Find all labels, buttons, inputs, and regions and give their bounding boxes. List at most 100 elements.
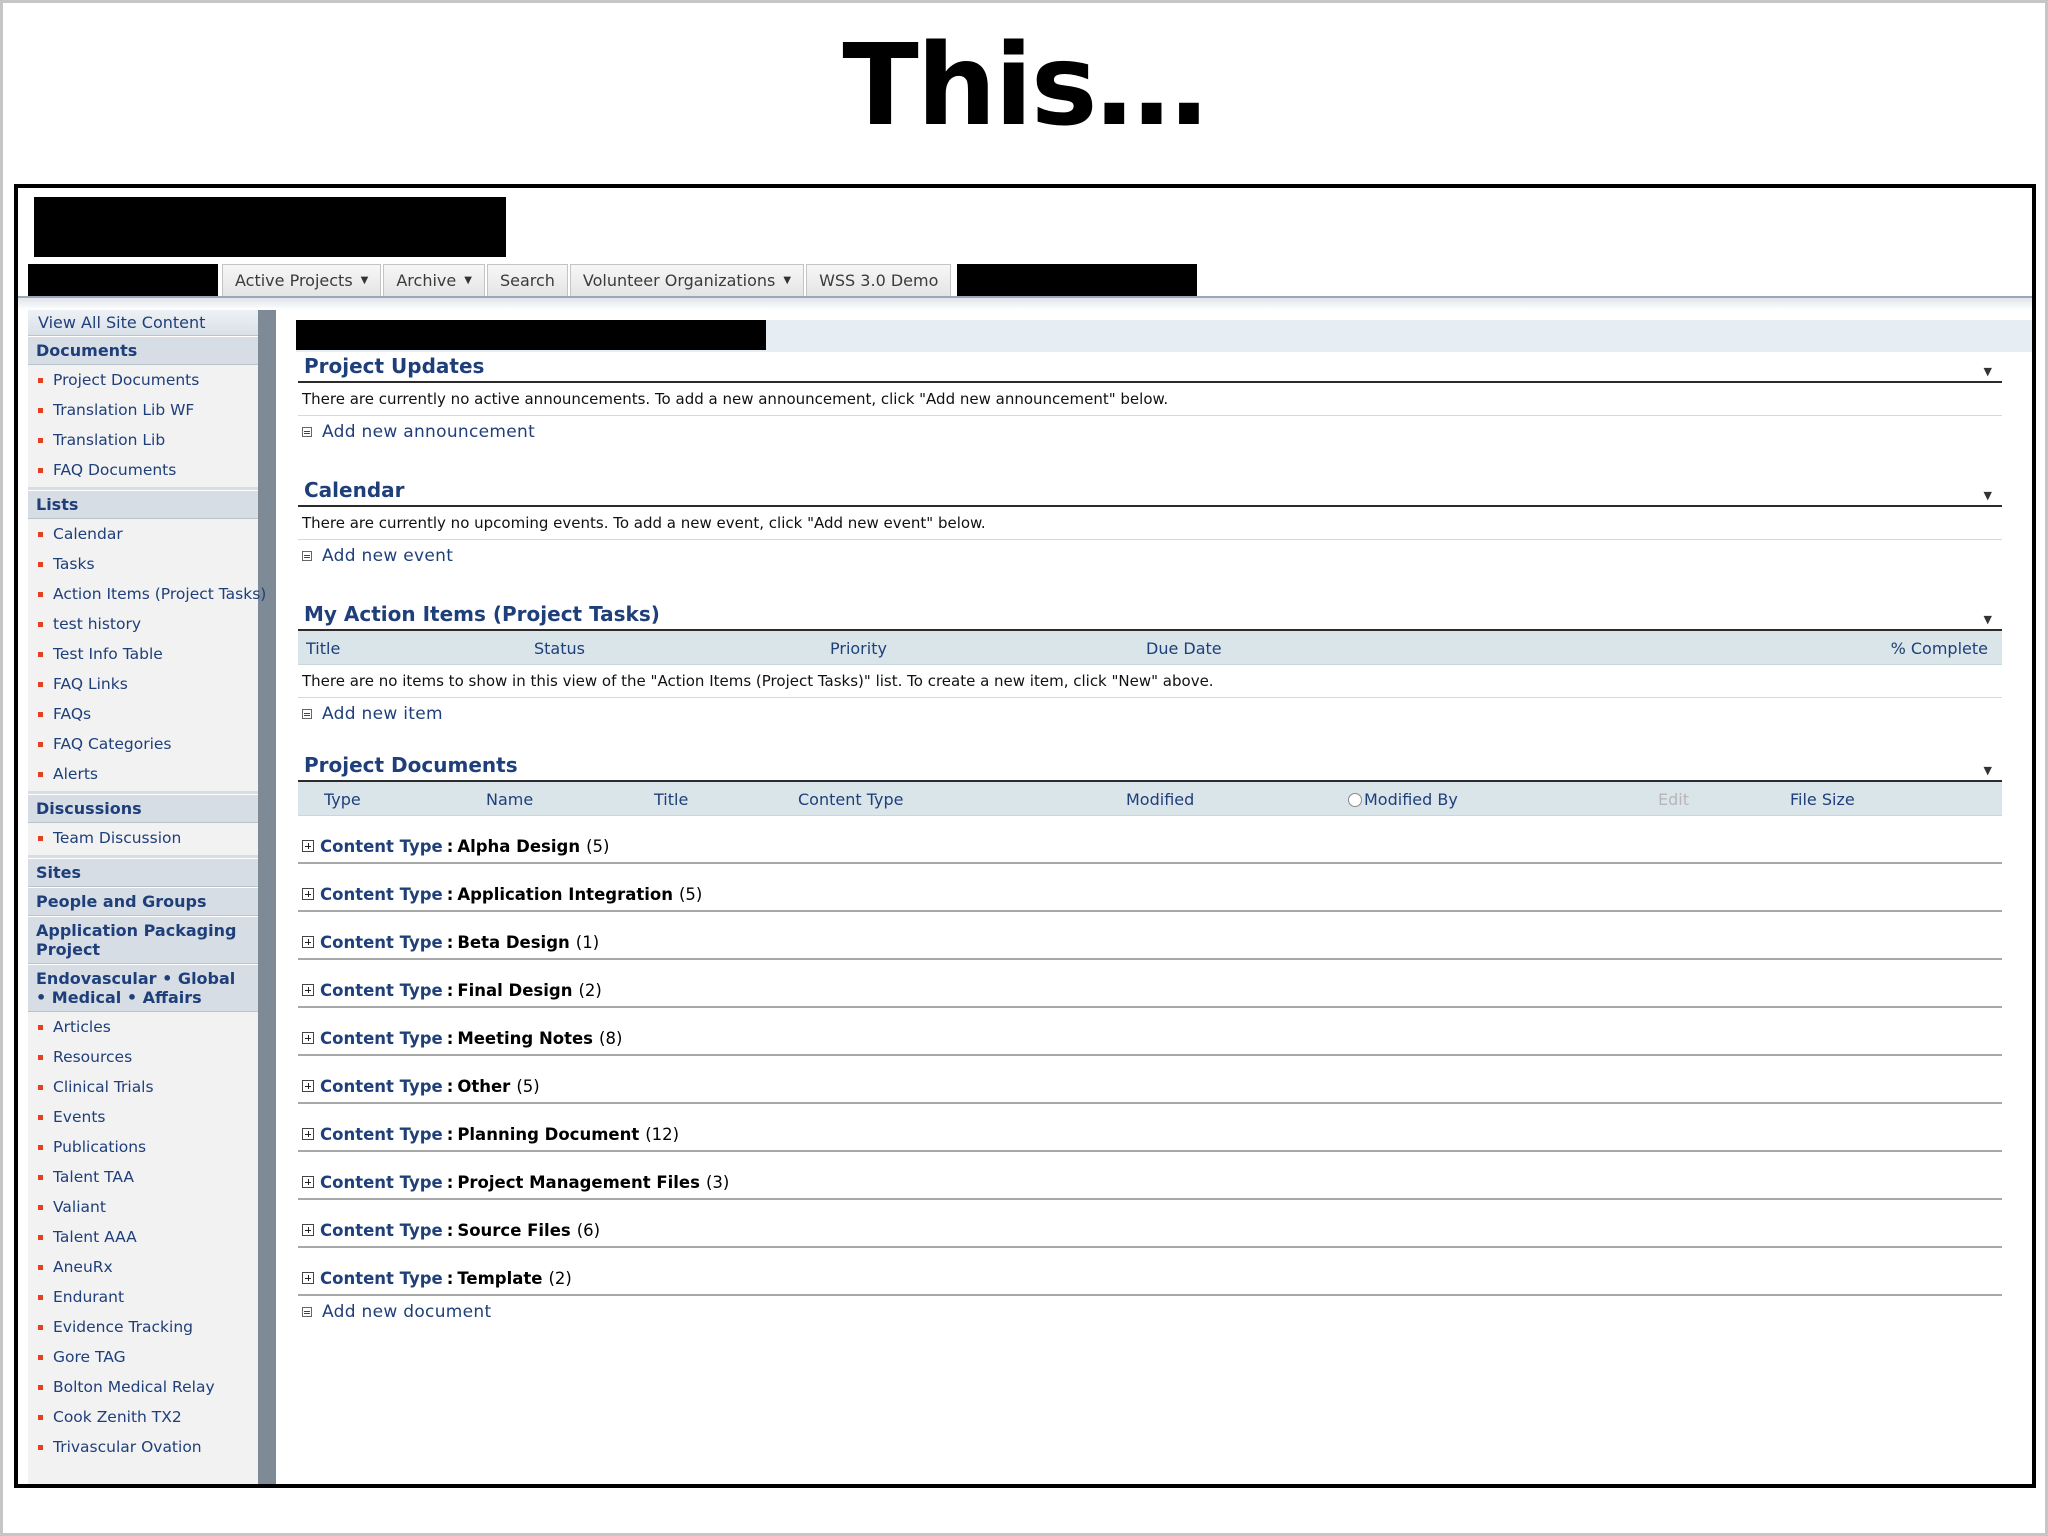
sidebar-heading-people-groups[interactable]: People and Groups (28, 887, 258, 916)
column-due-date[interactable]: Due Date (1146, 639, 1222, 658)
expand-icon[interactable] (302, 1224, 314, 1236)
content-type-group-row[interactable]: Content Type: Final Design (2) (298, 960, 2002, 1008)
expand-icon[interactable] (302, 888, 314, 900)
sidebar-item[interactable]: Translation Lib (28, 425, 258, 455)
sidebar-item[interactable]: Alerts (28, 759, 258, 789)
chevron-down-icon: ▼ (783, 275, 792, 286)
webpart-menu-icon[interactable]: ▼ (1984, 764, 1992, 777)
group-separator: : (446, 933, 454, 952)
group-field-label: Content Type (320, 933, 443, 952)
sidebar-item[interactable]: Valiant (28, 1192, 258, 1222)
sidebar-item[interactable]: Events (28, 1102, 258, 1132)
sidebar-item[interactable]: Cook Zenith TX2 (28, 1402, 258, 1432)
sidebar-item[interactable]: Evidence Tracking (28, 1312, 258, 1342)
sidebar-heading-sites[interactable]: Sites (28, 858, 258, 887)
view-all-site-content-link[interactable]: View All Site Content (28, 310, 258, 336)
content-type-group-row[interactable]: Content Type: Meeting Notes (8) (298, 1008, 2002, 1056)
column-name[interactable]: Name (486, 790, 533, 809)
group-count: (8) (599, 1029, 623, 1048)
sidebar-item-label: Events (53, 1108, 106, 1126)
sidebar-item[interactable]: FAQ Links (28, 669, 258, 699)
column-type[interactable]: Type (324, 790, 361, 809)
sidebar-item-label: Calendar (53, 525, 123, 543)
sidebar-heading-lists[interactable]: Lists (28, 490, 258, 519)
column-title[interactable]: Title (654, 790, 688, 809)
sidebar-item-label: Translation Lib WF (53, 401, 195, 419)
sidebar-item[interactable]: Trivascular Ovation (28, 1432, 258, 1462)
expand-icon[interactable] (302, 1272, 314, 1284)
bullet-icon (38, 1414, 43, 1420)
sidebar-item[interactable]: Clinical Trials (28, 1072, 258, 1102)
webpart-menu-icon[interactable]: ▼ (1984, 365, 1992, 378)
webpart-title[interactable]: Calendar (304, 478, 405, 502)
tab-active-projects[interactable]: Active Projects ▼ (222, 264, 382, 296)
column-status[interactable]: Status (534, 639, 585, 658)
sidebar-item[interactable]: Publications (28, 1132, 258, 1162)
sidebar-item[interactable]: Gore TAG (28, 1342, 258, 1372)
webpart-title[interactable]: Project Updates (304, 354, 484, 378)
sidebar-item[interactable]: test history (28, 609, 258, 639)
webpart-menu-icon[interactable]: ▼ (1984, 489, 1992, 502)
sidebar-item[interactable]: FAQs (28, 699, 258, 729)
content-type-group-row[interactable]: Content Type: Application Integration (5) (298, 864, 2002, 912)
sidebar-item[interactable]: Talent AAA (28, 1222, 258, 1252)
tab-search[interactable]: Search (486, 264, 568, 296)
column-priority[interactable]: Priority (830, 639, 887, 658)
add-new-document-link[interactable]: Add new document (298, 1296, 2002, 1328)
content-type-group-row[interactable]: Content Type: Source Files (6) (298, 1200, 2002, 1248)
column-percent-complete[interactable]: % Complete (1891, 639, 1988, 658)
radio-icon[interactable] (1348, 793, 1362, 807)
column-modified[interactable]: Modified (1126, 790, 1194, 809)
expand-icon[interactable] (302, 984, 314, 996)
content-type-group-row[interactable]: Content Type: Other (5) (298, 1056, 2002, 1104)
bullet-icon (38, 1264, 43, 1270)
sidebar-item[interactable]: Calendar (28, 519, 258, 549)
sidebar-item[interactable]: Articles (28, 1012, 258, 1042)
sidebar-item[interactable]: Team Discussion (28, 823, 258, 853)
expand-icon[interactable] (302, 1128, 314, 1140)
webpart-title[interactable]: Project Documents (304, 753, 518, 777)
sidebar-item[interactable]: Test Info Table (28, 639, 258, 669)
sidebar-item[interactable]: Project Documents (28, 365, 258, 395)
tab-archive[interactable]: Archive ▼ (383, 264, 485, 296)
sidebar-item[interactable]: Translation Lib WF (28, 395, 258, 425)
content-type-group-row[interactable]: Content Type: Alpha Design (5) (298, 816, 2002, 864)
content-type-group-row[interactable]: Content Type: Beta Design (1) (298, 912, 2002, 960)
bullet-icon (38, 437, 43, 443)
add-new-event-link[interactable]: Add new event (298, 540, 2002, 572)
webpart-menu-icon[interactable]: ▼ (1984, 613, 1992, 626)
group-separator: : (446, 1269, 454, 1288)
add-new-announcement-link[interactable]: Add new announcement (298, 416, 2002, 448)
sidebar-item[interactable]: Action Items (Project Tasks) (28, 579, 266, 609)
column-file-size[interactable]: File Size (1790, 790, 1855, 809)
sidebar-item[interactable]: Talent TAA (28, 1162, 258, 1192)
column-title[interactable]: Title (306, 639, 340, 658)
sidebar-item[interactable]: Resources (28, 1042, 258, 1072)
sidebar-heading-discussions[interactable]: Discussions (28, 794, 258, 823)
column-content-type[interactable]: Content Type (798, 790, 903, 809)
sidebar-heading-documents[interactable]: Documents (28, 336, 258, 365)
sidebar-heading-app-packaging[interactable]: Application Packaging Project (28, 916, 258, 964)
sidebar-item[interactable]: FAQ Documents (28, 455, 258, 485)
tab-volunteer-organizations[interactable]: Volunteer Organizations ▼ (569, 264, 805, 296)
sidebar-item[interactable]: Endurant (28, 1282, 258, 1312)
tab-wss-demo[interactable]: WSS 3.0 Demo (806, 264, 952, 296)
expand-icon[interactable] (302, 1176, 314, 1188)
expand-icon[interactable] (302, 1080, 314, 1092)
expand-icon[interactable] (302, 1032, 314, 1044)
expand-icon[interactable] (302, 936, 314, 948)
sidebar-item[interactable]: AneuRx (28, 1252, 258, 1282)
sidebar-heading-endovascular[interactable]: Endovascular • Global • Medical • Affair… (28, 964, 258, 1012)
webpart-title[interactable]: My Action Items (Project Tasks) (304, 602, 660, 626)
group-count: (5) (678, 885, 703, 904)
add-new-item-link[interactable]: Add new item (298, 698, 2002, 730)
expand-icon[interactable] (302, 840, 314, 852)
bullet-icon (38, 407, 43, 413)
content-type-group-row[interactable]: Content Type: Project Management Files (3) (298, 1152, 2002, 1200)
content-type-group-row[interactable]: Content Type: Planning Document (12) (298, 1104, 2002, 1152)
sidebar-item[interactable]: Tasks (28, 549, 258, 579)
sidebar-item[interactable]: FAQ Categories (28, 729, 258, 759)
sidebar-item[interactable]: Bolton Medical Relay (28, 1372, 258, 1402)
content-type-group-row[interactable]: Content Type: Template (2) (298, 1248, 2002, 1296)
column-modified-by[interactable]: Modified By (1348, 790, 1458, 809)
